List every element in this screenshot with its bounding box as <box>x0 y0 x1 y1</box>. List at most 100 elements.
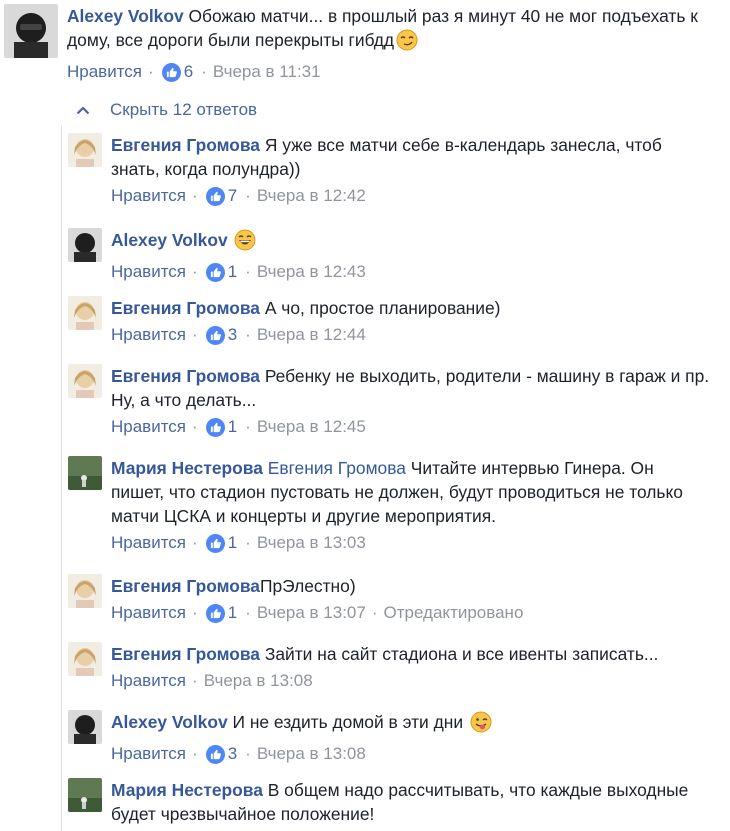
comment-timestamp[interactable]: Вчера в 11:31 <box>213 62 321 82</box>
comment-author[interactable]: Мария Нестерова <box>111 780 263 800</box>
comment-actions: Нравится · Вчера в 13:08 <box>111 671 711 691</box>
comment-timestamp[interactable]: Вчера в 13:08 <box>204 671 313 691</box>
comment-author[interactable]: Alexey Volkov <box>111 230 228 250</box>
like-link[interactable]: Нравится <box>111 325 186 345</box>
like-link[interactable]: Нравится <box>111 671 186 691</box>
comment-actions: Нравится · 3 · Вчера в 12:44 <box>111 325 711 345</box>
comment-text: Евгения Громова Зайти на сайт стадиона и… <box>111 642 711 666</box>
separator-dot: · <box>245 603 251 622</box>
comment-timestamp[interactable]: Вчера в 12:42 <box>257 186 366 206</box>
avatar[interactable] <box>68 296 102 330</box>
comment-body: Зайти на сайт стадиона и все ивенты запи… <box>264 644 659 664</box>
separator-dot: · <box>192 186 198 205</box>
like-link[interactable]: Нравится <box>111 603 186 623</box>
comment-text: Мария Нестерова Евгения Громова Читайте … <box>111 456 711 528</box>
comment-text: Евгения Громова Я уже все матчи себе в-к… <box>111 133 711 181</box>
comment-text: Alexey Volkov <box>111 228 711 257</box>
mention-link[interactable]: Евгения Громова <box>268 458 406 478</box>
avatar[interactable] <box>68 456 102 490</box>
thumbs-up-icon[interactable] <box>205 325 225 345</box>
thumbs-up-icon[interactable] <box>205 744 225 764</box>
comment-actions: Нравится · 1 · Вчера в 13:03 <box>111 533 711 553</box>
like-count[interactable]: 3 <box>228 744 237 764</box>
comment-text: Евгения Громова А чо, простое планирован… <box>111 296 711 320</box>
like-link[interactable]: Нравится <box>111 417 186 437</box>
comment-author[interactable]: Евгения Громова <box>111 366 260 386</box>
avatar[interactable] <box>68 574 102 608</box>
avatar[interactable] <box>68 228 102 262</box>
comment-timestamp[interactable]: Вчера в 13:03 <box>257 533 366 553</box>
separator-dot: · <box>192 603 198 622</box>
comment-text: Мария Нестерова В общем надо рассчитыват… <box>111 778 711 826</box>
comment-timestamp[interactable]: Вчера в 13:08 <box>257 744 366 764</box>
thumbs-up-icon[interactable] <box>161 62 181 82</box>
comment-author[interactable]: Мария Нестерова <box>111 458 263 478</box>
comment-author[interactable]: Евгения Громова <box>111 298 260 318</box>
avatar[interactable] <box>68 133 102 167</box>
grinning-sweat-emoji-icon <box>234 229 256 257</box>
avatar[interactable] <box>4 4 58 58</box>
avatar[interactable] <box>68 364 102 398</box>
like-link[interactable]: Нравится <box>111 744 186 764</box>
comment-thread: Alexey Volkov Обожаю матчи... в прошлый … <box>0 0 730 831</box>
like-count[interactable]: 7 <box>228 186 237 206</box>
like-count[interactable]: 1 <box>228 262 237 282</box>
comment-text: Евгения Громова Ребенку не выходить, род… <box>111 364 711 412</box>
reply: Евгения Громова Я уже все матчи себе в-к… <box>68 133 711 206</box>
comment-body: И не ездить домой в эти дни <box>232 712 464 732</box>
separator-dot: · <box>192 671 198 690</box>
like-count[interactable]: 1 <box>228 417 237 437</box>
comment-actions: Нравится · 1 · Вчера в 13:07 · Отредакти… <box>111 603 711 623</box>
avatar[interactable] <box>68 778 102 812</box>
like-count[interactable]: 6 <box>184 62 193 82</box>
chevron-up-icon <box>76 100 90 120</box>
separator-dot: · <box>192 744 198 763</box>
avatar[interactable] <box>68 710 102 744</box>
like-count[interactable]: 3 <box>228 325 237 345</box>
avatar[interactable] <box>68 642 102 676</box>
thumbs-up-icon[interactable] <box>205 533 225 553</box>
comment-timestamp[interactable]: Вчера в 12:44 <box>257 325 366 345</box>
comment-author[interactable]: Alexey Volkov <box>111 712 228 732</box>
smirk-emoji-icon <box>396 29 418 57</box>
comment-actions: Нравится · 1 · Вчера в 12:43 <box>111 262 711 282</box>
comment-text: Alexey Volkov Обожаю матчи... в прошлый … <box>67 4 707 57</box>
like-count[interactable]: 1 <box>228 533 237 553</box>
comment-timestamp[interactable]: Вчера в 13:07 <box>257 603 366 623</box>
comment-author[interactable]: Евгения Громова <box>111 135 260 155</box>
comment-text: Alexey Volkov И не ездить домой в эти дн… <box>111 710 711 739</box>
separator-dot: · <box>245 533 251 552</box>
comment-author[interactable]: Евгения Громова <box>111 644 260 664</box>
comment-timestamp[interactable]: Вчера в 12:43 <box>257 262 366 282</box>
like-count[interactable]: 1 <box>228 603 237 623</box>
comment-author[interactable]: Евгения Громова <box>111 576 260 596</box>
reply: Мария Нестерова Евгения Громова Читайте … <box>68 456 711 553</box>
reply: Евгения Громова Зайти на сайт стадиона и… <box>68 642 711 691</box>
like-link[interactable]: Нравится <box>111 186 186 206</box>
separator-dot: · <box>192 325 198 344</box>
separator-dot: · <box>148 62 154 81</box>
reply: Alexey Volkov Нравится · 1 · Вчера в 12:… <box>68 228 711 282</box>
comment-actions: Нравится · 1 · Вчера в 12:45 <box>111 417 711 437</box>
comment-body: А чо, простое планирование) <box>264 298 501 318</box>
hide-replies-label: Скрыть 12 ответов <box>110 100 258 119</box>
comment-body: ПрЭлестно) <box>259 576 356 596</box>
like-link[interactable]: Нравится <box>111 262 186 282</box>
reply: Евгения Громова А чо, простое планирован… <box>68 296 711 345</box>
tongue-wink-emoji-icon <box>470 711 492 739</box>
like-link[interactable]: Нравится <box>67 62 142 82</box>
thumbs-up-icon[interactable] <box>205 603 225 623</box>
hide-replies-toggle[interactable]: Скрыть 12 ответов <box>76 100 257 120</box>
comment-author[interactable]: Alexey Volkov <box>67 6 184 26</box>
thumbs-up-icon[interactable] <box>205 262 225 282</box>
comment-text: Евгения ГромоваПрЭлестно) <box>111 574 711 598</box>
thumbs-up-icon[interactable] <box>205 186 225 206</box>
reply: Alexey Volkov И не ездить домой в эти дн… <box>68 710 711 764</box>
comment-actions: Нравится · 6 · Вчера в 11:31 <box>67 62 707 82</box>
edited-label[interactable]: Отредактировано <box>384 603 524 623</box>
like-link[interactable]: Нравится <box>111 533 186 553</box>
thumbs-up-icon[interactable] <box>205 417 225 437</box>
separator-dot: · <box>201 62 207 81</box>
comment-actions: Нравится · 7 · Вчера в 12:42 <box>111 186 711 206</box>
comment-timestamp[interactable]: Вчера в 12:45 <box>257 417 366 437</box>
